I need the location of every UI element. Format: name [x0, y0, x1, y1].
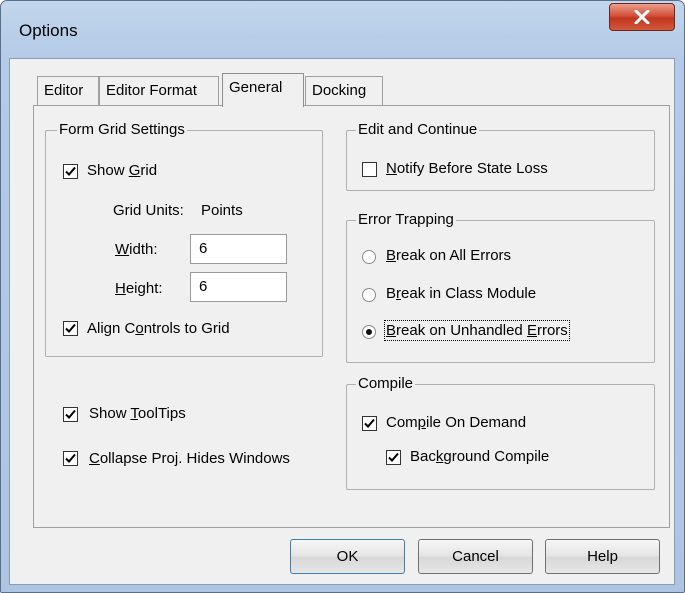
width-label: Width:: [115, 241, 158, 258]
break-on-unhandled-errors-radio[interactable]: [362, 325, 376, 339]
show-grid-checkbox[interactable]: [63, 164, 78, 179]
check-icon: [65, 166, 76, 176]
show-tooltips-checkbox[interactable]: [63, 407, 78, 422]
tab-label: Docking: [312, 82, 367, 99]
close-button[interactable]: [609, 3, 675, 31]
check-icon: [388, 452, 399, 462]
background-compile-label: Background Compile: [410, 448, 550, 465]
collapse-proj-label: Collapse Proj. Hides Windows: [89, 450, 290, 467]
tab-label: Editor: [44, 82, 84, 99]
width-field[interactable]: 6: [190, 234, 287, 264]
notify-before-state-loss-label: Notify Before State Loss: [386, 160, 548, 177]
close-icon: [634, 10, 650, 24]
compile-on-demand-checkbox[interactable]: [362, 416, 377, 431]
check-icon: [364, 418, 375, 428]
height-field[interactable]: 6: [190, 272, 287, 302]
background-compile-checkbox[interactable]: [386, 450, 401, 465]
notify-before-state-loss-checkbox[interactable]: [362, 162, 377, 177]
grid-units-value: Points: [201, 202, 243, 219]
compile-group: [346, 384, 655, 490]
grid-units-label: Grid Units:: [113, 202, 184, 219]
align-controls-checkbox[interactable]: [63, 321, 78, 336]
check-icon: [65, 409, 76, 419]
show-tooltips-label: Show ToolTips: [89, 405, 186, 422]
collapse-proj-checkbox[interactable]: [63, 451, 78, 466]
tab-editor-format[interactable]: Editor Format: [99, 76, 219, 106]
check-icon: [65, 453, 76, 463]
break-in-class-module-label: Break in Class Module: [386, 285, 537, 302]
cancel-button[interactable]: Cancel: [418, 539, 533, 574]
help-button[interactable]: Help: [545, 539, 660, 574]
check-icon: [65, 323, 76, 333]
height-label: Height:: [115, 280, 163, 297]
tab-label: Editor Format: [106, 82, 197, 99]
tab-docking[interactable]: Docking: [305, 76, 383, 106]
break-on-all-errors-radio[interactable]: [362, 250, 376, 264]
break-in-class-module-radio[interactable]: [362, 288, 376, 302]
error-trapping-legend: Error Trapping: [356, 211, 456, 228]
break-on-unhandled-errors-label: Break on Unhandled Errors: [384, 320, 570, 341]
show-grid-label: Show Grid: [87, 162, 158, 179]
form-grid-settings-legend: Form Grid Settings: [57, 121, 187, 138]
tab-editor[interactable]: Editor: [37, 76, 99, 106]
align-controls-label: Align Controls to Grid: [87, 320, 230, 337]
radio-selected-dot: [366, 329, 372, 335]
compile-on-demand-label: Compile On Demand: [386, 414, 527, 431]
edit-and-continue-legend: Edit and Continue: [356, 121, 480, 138]
ok-button[interactable]: OK: [290, 539, 405, 574]
tab-general[interactable]: General: [222, 73, 304, 107]
tab-label: General: [229, 79, 283, 96]
window-title: Options: [19, 21, 78, 40]
break-on-all-errors-label: Break on All Errors: [386, 247, 512, 264]
compile-legend: Compile: [356, 375, 416, 392]
